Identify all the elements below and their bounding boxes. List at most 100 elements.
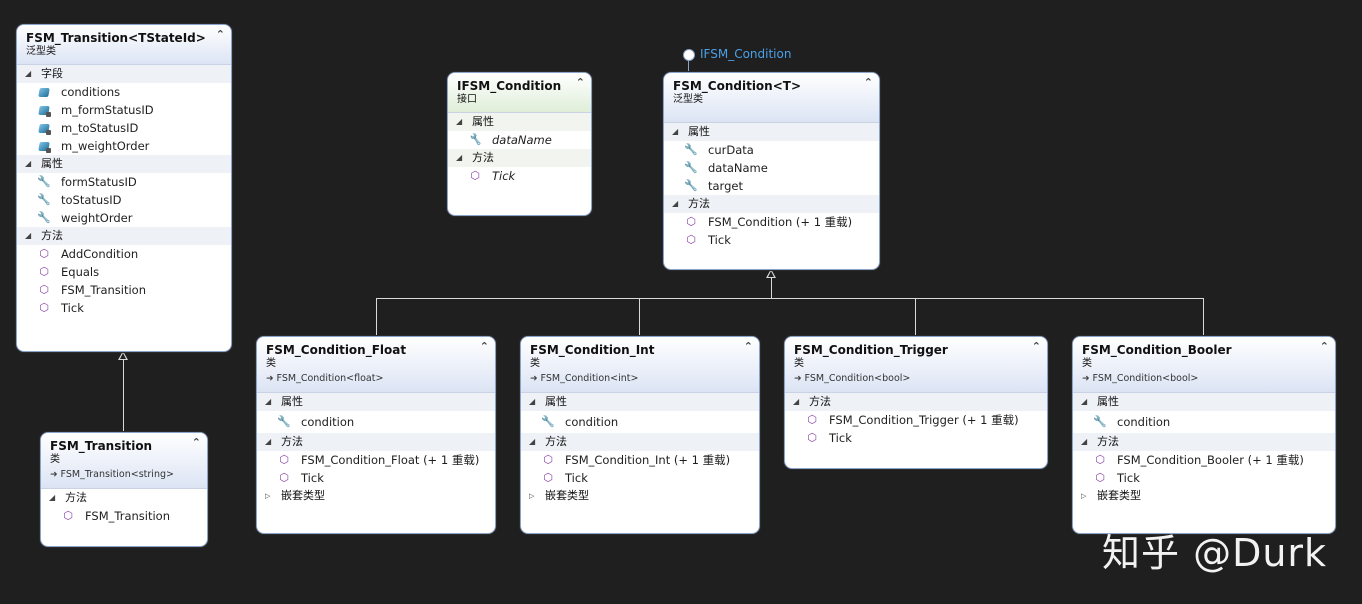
method-item[interactable]: ⬡ FSM_Condition_Float (+ 1 重载)	[257, 451, 495, 469]
expanded-triangle-icon[interactable]: ◢	[25, 155, 31, 173]
method-item[interactable]: ⬡ Tick	[448, 167, 591, 185]
class-card-fsm-transition[interactable]: FSM_Transition 类 ➜ FSM_Transition<string>…	[40, 432, 208, 547]
class-card-fsm-condition-generic[interactable]: FSM_Condition<T> 泛型类 ⌃ ◢ 属性 🔧 curData 🔧 dat…	[663, 72, 880, 270]
interface-lollipop-label[interactable]: IFSM_Condition	[700, 47, 791, 61]
card-header[interactable]: FSM_Transition 类 ➜ FSM_Transition<string>…	[41, 433, 207, 489]
property-item[interactable]: 🔧 dataName	[664, 159, 879, 177]
collapsed-triangle-icon[interactable]: ▷	[1081, 487, 1086, 505]
expanded-triangle-icon[interactable]: ◢	[49, 489, 55, 507]
method-item[interactable]: ⬡ Tick	[1073, 469, 1335, 487]
section-methods[interactable]: ◢ 方法	[1073, 433, 1335, 451]
double-chevron-up-icon[interactable]: ⌃	[1032, 341, 1041, 353]
expanded-triangle-icon[interactable]: ◢	[793, 393, 799, 411]
method-item[interactable]: ⬡ Tick	[521, 469, 759, 487]
section-methods[interactable]: ◢ 方法	[785, 393, 1047, 411]
property-item[interactable]: 🔧 dataName	[448, 131, 591, 149]
method-item[interactable]: ⬡ FSM_Transition	[41, 507, 207, 525]
class-kind: 泛型类	[26, 46, 56, 57]
double-chevron-up-icon[interactable]: ⌃	[192, 437, 201, 449]
inheritance-drop-trigger	[915, 298, 916, 336]
method-item[interactable]: ⬡ Equals	[17, 263, 231, 281]
method-item[interactable]: ⬡ FSM_Condition (+ 1 重载)	[664, 213, 879, 231]
class-card-fsm-condition-int[interactable]: FSM_Condition_Int 类 ➜ FSM_Condition<int> …	[520, 336, 760, 534]
wrench-icon: 🔧	[684, 161, 698, 174]
section-methods[interactable]: ◢ 方法	[17, 227, 231, 245]
expanded-triangle-icon[interactable]: ◢	[672, 123, 678, 141]
property-item[interactable]: 🔧 target	[664, 177, 879, 195]
class-card-fsm-condition-booler[interactable]: FSM_Condition_Booler 类 ➜ FSM_Condition<bo…	[1072, 336, 1336, 534]
method-item[interactable]: ⬡ Tick	[257, 469, 495, 487]
section-methods[interactable]: ◢ 方法	[521, 433, 759, 451]
property-item[interactable]: 🔧 condition	[521, 411, 759, 433]
field-item[interactable]: conditions	[17, 83, 231, 101]
property-item[interactable]: 🔧 formStatusID	[17, 173, 231, 191]
expanded-triangle-icon[interactable]: ◢	[25, 227, 31, 245]
class-card-fsm-transition-generic[interactable]: FSM_Transition<TStateId> 泛型类 ⌃ ◢ 字段 condi…	[16, 24, 232, 352]
card-header[interactable]: FSM_Condition<T> 泛型类 ⌃	[664, 73, 879, 123]
section-methods[interactable]: ◢ 方法	[257, 433, 495, 451]
property-item[interactable]: 🔧 weightOrder	[17, 209, 231, 227]
section-nested-types[interactable]: ▷ 嵌套类型	[521, 487, 759, 505]
section-nested-types[interactable]: ▷ 嵌套类型	[257, 487, 495, 505]
double-chevron-up-icon[interactable]: ⌃	[864, 77, 873, 89]
expanded-triangle-icon[interactable]: ◢	[1081, 393, 1087, 411]
method-item[interactable]: ⬡ AddCondition	[17, 245, 231, 263]
expanded-triangle-icon[interactable]: ◢	[25, 65, 31, 83]
field-item[interactable]: m_toStatusID	[17, 119, 231, 137]
field-item[interactable]: m_formStatusID	[17, 101, 231, 119]
method-item[interactable]: ⬡ FSM_Condition_Trigger (+ 1 重载)	[785, 411, 1047, 429]
property-item[interactable]: 🔧 condition	[257, 411, 495, 433]
class-card-fsm-condition-trigger[interactable]: FSM_Condition_Trigger 类 ➜ FSM_Condition<b…	[784, 336, 1048, 469]
method-item[interactable]: ⬡ Tick	[785, 429, 1047, 447]
section-methods[interactable]: ◢ 方法	[41, 489, 207, 507]
expanded-triangle-icon[interactable]: ◢	[456, 113, 462, 131]
section-fields[interactable]: ◢ 字段	[17, 65, 231, 83]
card-header[interactable]: IFSM_Condition 接口 ⌃	[448, 73, 591, 113]
method-item[interactable]: ⬡ Tick	[17, 299, 231, 317]
card-header[interactable]: FSM_Condition_Int 类 ➜ FSM_Condition<int> …	[521, 337, 759, 393]
section-properties[interactable]: ◢ 属性	[448, 113, 591, 131]
section-properties[interactable]: ◢ 属性	[521, 393, 759, 411]
method-item[interactable]: ⬡ FSM_Condition_Booler (+ 1 重载)	[1073, 451, 1335, 469]
expanded-triangle-icon[interactable]: ◢	[529, 433, 535, 451]
wrench-icon: 🔧	[541, 415, 555, 428]
double-chevron-up-icon[interactable]: ⌃	[1320, 341, 1329, 353]
section-properties[interactable]: ◢ 属性	[257, 393, 495, 411]
method-item[interactable]: ⬡ FSM_Condition_Int (+ 1 重载)	[521, 451, 759, 469]
method-cube-icon: ⬡	[1095, 471, 1105, 484]
private-field-icon	[37, 103, 51, 117]
section-properties[interactable]: ◢ 属性	[1073, 393, 1335, 411]
card-header[interactable]: FSM_Condition_Trigger 类 ➜ FSM_Condition<b…	[785, 337, 1047, 393]
section-methods[interactable]: ◢ 方法	[448, 149, 591, 167]
double-chevron-up-icon[interactable]: ⌃	[480, 341, 489, 353]
expanded-triangle-icon[interactable]: ◢	[672, 195, 678, 213]
collapsed-triangle-icon[interactable]: ▷	[265, 487, 270, 505]
card-header[interactable]: FSM_Transition<TStateId> 泛型类 ⌃	[17, 25, 231, 65]
expanded-triangle-icon[interactable]: ◢	[456, 149, 462, 167]
class-card-fsm-condition-float[interactable]: FSM_Condition_Float 类 ➜ FSM_Condition<flo…	[256, 336, 496, 534]
expanded-triangle-icon[interactable]: ◢	[265, 393, 271, 411]
section-nested-types[interactable]: ▷ 嵌套类型	[1073, 487, 1335, 505]
property-item[interactable]: 🔧 toStatusID	[17, 191, 231, 209]
interface-card-ifsm-condition[interactable]: IFSM_Condition 接口 ⌃ ◢ 属性 🔧 dataName ◢ 方法 ⬡ T…	[447, 72, 592, 216]
expanded-triangle-icon[interactable]: ◢	[529, 393, 535, 411]
method-cube-icon: ⬡	[63, 509, 73, 522]
section-properties[interactable]: ◢ 属性	[17, 155, 231, 173]
property-item[interactable]: 🔧 condition	[1073, 411, 1335, 433]
property-item[interactable]: 🔧 curData	[664, 141, 879, 159]
double-chevron-up-icon[interactable]: ⌃	[216, 29, 225, 41]
double-chevron-up-icon[interactable]: ⌃	[576, 77, 585, 89]
card-header[interactable]: FSM_Condition_Float 类 ➜ FSM_Condition<flo…	[257, 337, 495, 393]
field-item[interactable]: m_weightOrder	[17, 137, 231, 155]
method-item[interactable]: ⬡ Tick	[664, 231, 879, 249]
collapsed-triangle-icon[interactable]: ▷	[529, 487, 534, 505]
double-chevron-up-icon[interactable]: ⌃	[744, 341, 753, 353]
section-methods[interactable]: ◢ 方法	[664, 195, 879, 213]
expanded-triangle-icon[interactable]: ◢	[1081, 433, 1087, 451]
expanded-triangle-icon[interactable]: ◢	[265, 433, 271, 451]
class-title: FSM_Condition_Trigger	[794, 343, 948, 357]
method-item[interactable]: ⬡ FSM_Transition	[17, 281, 231, 299]
card-header[interactable]: FSM_Condition_Booler 类 ➜ FSM_Condition<bo…	[1073, 337, 1335, 393]
method-cube-icon: ⬡	[543, 453, 553, 466]
section-properties[interactable]: ◢ 属性	[664, 123, 879, 141]
